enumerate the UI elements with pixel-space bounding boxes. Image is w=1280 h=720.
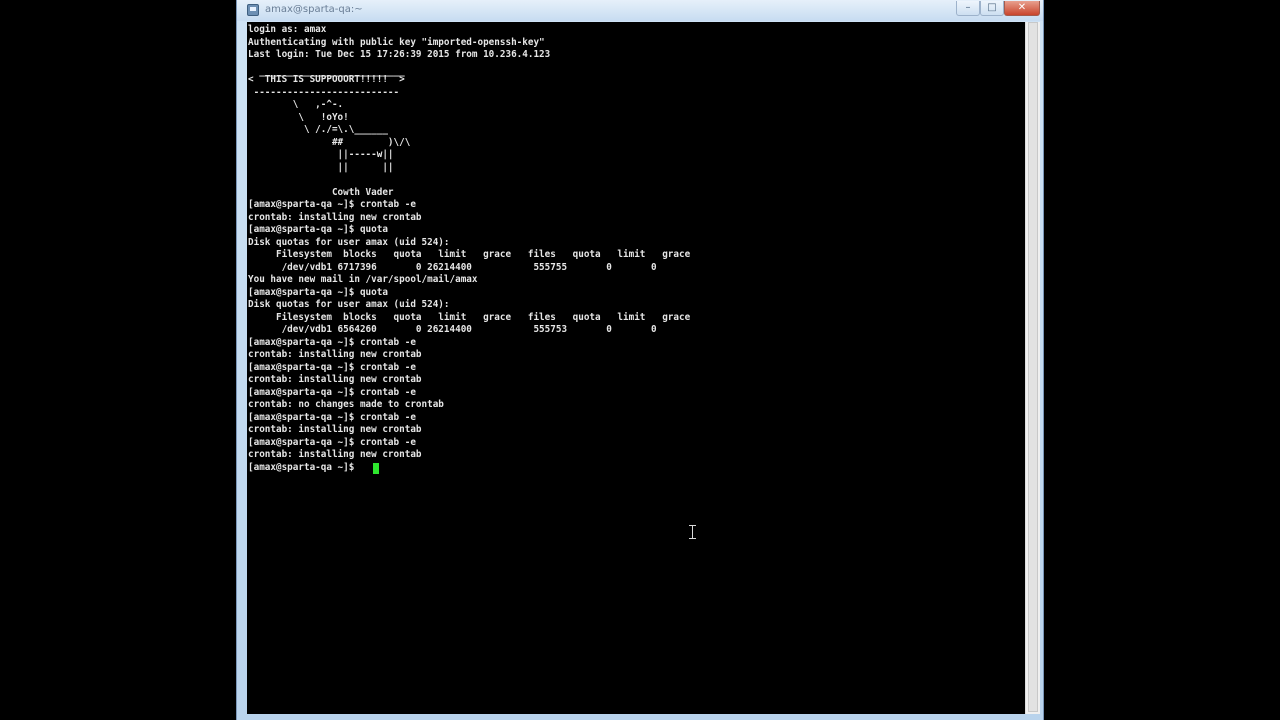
terminal-line: [amax@sparta-qa ~]$ crontab -e — [248, 437, 416, 448]
terminal-line: Disk quotas for user amax (uid 524): — [248, 237, 450, 248]
text-cursor — [373, 463, 379, 474]
terminal-line: crontab: no changes made to crontab — [248, 399, 444, 410]
quota-row-line: /dev/vdb1 6717396 0 26214400 555755 0 0 — [248, 262, 657, 273]
close-button[interactable]: ✕ — [1004, 1, 1040, 16]
terminal-line: login as: amax — [248, 24, 327, 35]
terminal-line: Authenticating with public key "imported… — [248, 37, 545, 48]
maximize-button[interactable]: □ — [980, 1, 1004, 16]
ascii-art-line: \ !oYo! — [248, 112, 349, 123]
terminal-line: [amax@sparta-qa ~]$ crontab -e — [248, 362, 416, 373]
ascii-art-line: -------------------------- — [248, 87, 400, 98]
terminal-line: [amax@sparta-qa ~]$ crontab -e — [248, 412, 416, 423]
terminal-line: crontab: installing new crontab — [248, 424, 422, 435]
quota-header-line: Filesystem blocks quota limit grace file… — [248, 312, 691, 323]
ascii-art-line: < THIS IS SUPPOOORT!!!!! > — [248, 74, 405, 85]
terminal-line: [amax@sparta-qa ~]$ quota — [248, 287, 388, 298]
terminal-line: [amax@sparta-qa ~]$ crontab -e — [248, 387, 416, 398]
ascii-art-line: \ /./=\.\______ — [248, 124, 388, 135]
terminal-line: [amax@sparta-qa ~]$ crontab -e — [248, 199, 416, 210]
terminal-line: [amax@sparta-qa ~]$ quota — [248, 224, 388, 235]
mouse-ibeam-icon — [689, 525, 697, 539]
terminal-output[interactable]: login as: amax Authenticating with publi… — [247, 22, 1025, 714]
ascii-art-line: \ ,-^-. — [248, 99, 344, 110]
terminal-line: crontab: installing new crontab — [248, 374, 422, 385]
putty-app-icon[interactable] — [247, 4, 259, 16]
quota-header-line: Filesystem blocks quota limit grace file… — [248, 249, 691, 260]
terminal-line: crontab: installing new crontab — [248, 212, 422, 223]
ascii-art-line: ||-----w|| — [248, 149, 394, 160]
terminal-line: Disk quotas for user amax (uid 524): — [248, 299, 450, 310]
scrollbar-thumb[interactable] — [1028, 22, 1038, 712]
title-bar[interactable]: amax@sparta-qa:~ – □ ✕ — [237, 0, 1043, 21]
terminal-line: You have new mail in /var/spool/mail/ama… — [248, 274, 478, 285]
ascii-art-caption: Cowth Vader — [248, 187, 394, 198]
vertical-scrollbar[interactable] — [1025, 22, 1040, 714]
putty-window: amax@sparta-qa:~ – □ ✕ login as: amax Au… — [236, 0, 1044, 720]
terminal-line: [amax@sparta-qa ~]$ crontab -e — [248, 337, 416, 348]
terminal-line: Last login: Tue Dec 15 17:26:39 2015 fro… — [248, 49, 551, 60]
shell-prompt: [amax@sparta-qa ~]$ — [248, 462, 360, 473]
ascii-art-line: || || — [248, 162, 394, 173]
window-title: amax@sparta-qa:~ — [265, 4, 363, 15]
terminal-line: crontab: installing new crontab — [248, 349, 422, 360]
minimize-button[interactable]: – — [956, 1, 980, 16]
ascii-art-line: ## )\/\ — [248, 137, 411, 148]
quota-row-line: /dev/vdb1 6564260 0 26214400 555753 0 0 — [248, 324, 657, 335]
terminal-line: crontab: installing new crontab — [248, 449, 422, 460]
